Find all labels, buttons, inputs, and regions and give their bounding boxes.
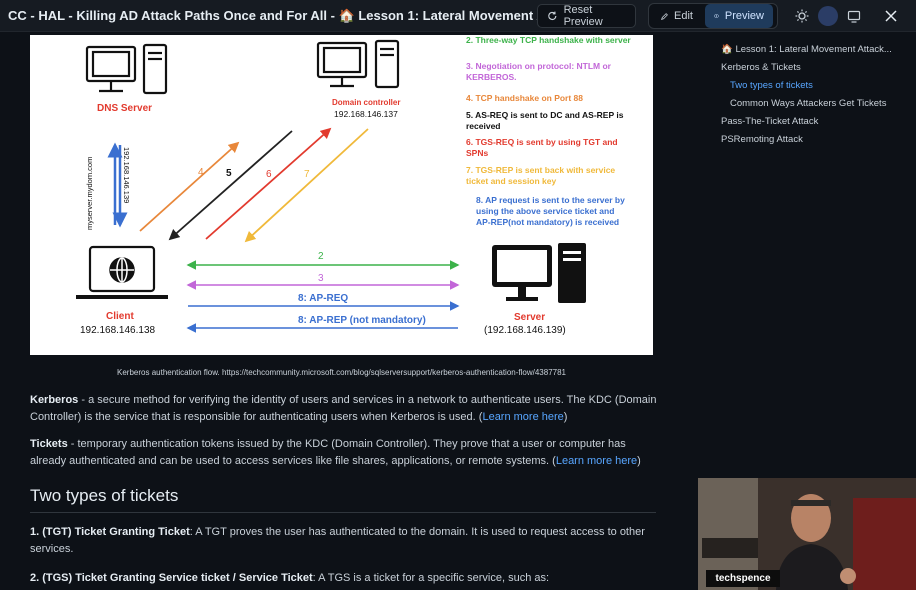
arrow-6 [205,127,332,240]
domain-controller-label: Domain controller [332,98,400,107]
client-ip: 192.168.146.138 [80,325,156,336]
diagram-step: 7. TGS-REP is sent back with service tic… [466,165,636,187]
figure-caption: Kerberos authentication flow. https://te… [117,368,566,377]
toc-item[interactable]: Common Ways Attackers Get Tickets [730,98,886,109]
tgs-term: 2. (TGS) Ticket Granting Service ticket … [30,572,313,584]
top-bar: CC - HAL - Killing AD Attack Paths Once … [0,0,916,32]
arrow-label-2: 2 [318,251,324,262]
webcam-name-tag: techspence [706,570,780,587]
arrow-label-7: 7 [304,169,310,180]
diagram-step-number: 2. [466,35,474,45]
avatar-icon[interactable] [818,6,838,26]
diagram-step-text: Three-way TCP handshake with server [475,35,631,45]
tgt-term: 1. (TGT) Ticket Granting Ticket [30,526,190,538]
diagram-step: 5. AS-REQ is sent to DC and AS-REP is re… [466,110,636,132]
domain-controller-icon [316,39,400,89]
dns-server-icon [85,43,168,95]
arrow-label-ap-req: 8: AP-REQ [298,293,348,304]
diagram-step-number: 3. [466,61,474,71]
diagram-step-number: 7. [466,165,474,175]
tickets-learn-more-link[interactable]: Learn more here [556,455,637,467]
tickets-end: ) [637,455,641,467]
diagram-step-text: TGS-REP is sent back with service ticket… [466,165,616,186]
arrow-label-ap-rep: 8: AP-REP (not mandatory) [298,315,426,326]
diagram-step: 3. Negotiation on protocol: NTLM or KERB… [466,61,636,83]
diagram-step-number: 8. [476,195,484,205]
arrow-7 [244,128,369,243]
diagram-step-text: AS-REQ is sent to DC and AS-REP is recei… [466,110,624,131]
close-icon[interactable] [881,6,901,26]
toc-item[interactable]: Kerberos & Tickets [721,62,801,73]
tgt-paragraph: 1. (TGT) Ticket Granting Ticket: A TGT p… [30,524,660,558]
dns-server-label: DNS Server [97,103,152,114]
tgs-text: : A TGS is a ticket for a specific servi… [312,572,550,584]
eye-icon [714,14,719,18]
pencil-icon [661,12,668,20]
arrow-label-6: 6 [266,169,272,180]
tickets-term: Tickets [30,438,68,450]
kerberos-learn-more-link[interactable]: Learn more here [482,411,563,423]
kerberos-paragraph: Kerberos - a secure method for verifying… [30,392,660,426]
dns-query-text: myserver.mydom.com [85,157,94,230]
diagram-step: 2. Three-way TCP handshake with server [466,35,636,46]
diagram-step-text: TCP handshake on Port 88 [475,93,584,103]
refresh-icon [548,11,557,21]
server-label: Server [514,312,545,323]
client-label: Client [106,311,134,322]
section-divider [30,512,656,513]
toc-item[interactable]: 🏠 Lesson 1: Lateral Movement Attack... [721,44,892,55]
arrow-label-5: 5 [226,168,232,179]
tickets-text: - temporary authentication tokens issued… [30,438,626,467]
diagram-step: 6. TGS-REQ is sent by using TGT and SPNs [466,137,636,159]
monitor-icon[interactable] [844,6,864,26]
arrow-label-4: 4 [198,167,204,178]
kerberos-term: Kerberos [30,394,79,406]
globe-icon [109,257,135,283]
arrow-4 [139,141,240,232]
reset-preview-label: Reset Preview [563,4,603,28]
window-title: CC - HAL - Killing AD Attack Paths Once … [8,8,604,23]
diagram-step: 8. AP request is sent to the server by u… [466,195,626,228]
tgs-paragraph: 2. (TGS) Ticket Granting Service ticket … [30,570,660,587]
preview-label: Preview [724,10,764,22]
dns-answer-text: 192.168.146.139 [122,147,131,203]
diagram-step-text: AP request is sent to the server by usin… [476,195,625,227]
kerberos-end: ) [563,411,568,423]
diagram-step-number: 6. [466,137,474,147]
tickets-paragraph: Tickets - temporary authentication token… [30,436,660,470]
kerberos-diagram: DNS Server Domain controller 192.168.146… [30,35,653,355]
toc-item[interactable]: PSRemoting Attack [721,134,803,145]
diagram-step-number: 5. [466,110,474,120]
edit-button[interactable]: Edit [652,4,702,28]
sun-icon[interactable] [792,6,812,26]
preview-content[interactable]: DNS Server Domain controller 192.168.146… [0,33,690,590]
diagram-step-text: Negotiation on protocol: NTLM or KERBERO… [466,61,611,82]
arrow-label-3: 3 [318,273,324,284]
section-heading: Two types of tickets [30,486,179,505]
toc-item[interactable]: Pass-The-Ticket Attack [721,116,818,127]
server-icon [492,243,586,303]
diagram-step-text: TGS-REQ is sent by using TGT and SPNs [466,137,618,158]
diagram-step: 4. TCP handshake on Port 88 [466,93,636,104]
arrow-5 [168,130,293,241]
reset-preview-button[interactable]: Reset Preview [537,4,636,28]
preview-button[interactable]: Preview [705,4,773,28]
server-ip: (192.168.146.139) [484,325,566,336]
domain-controller-ip: 192.168.146.137 [334,109,398,119]
edit-label: Edit [674,10,693,22]
diagram-step-number: 4. [466,93,474,103]
toc-item[interactable]: Two types of tickets [730,80,813,91]
